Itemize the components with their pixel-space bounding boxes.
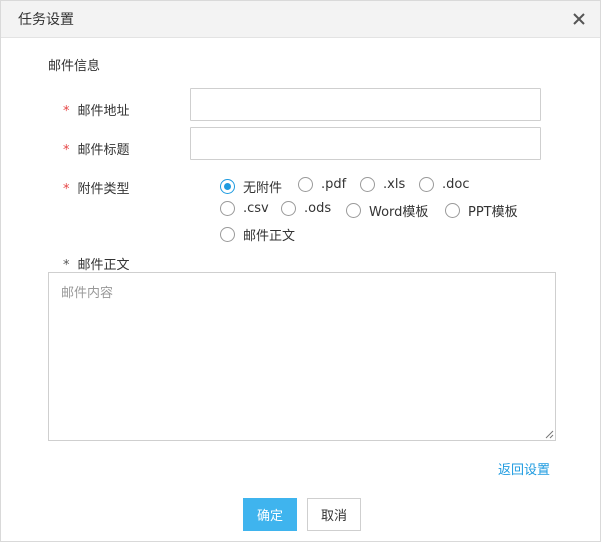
radio-circle xyxy=(445,203,460,218)
radio-word-template[interactable]: Word模板 xyxy=(346,201,428,220)
email-body-label: * 邮件正文 xyxy=(63,254,130,273)
radio-label: .pdf xyxy=(321,177,347,192)
radio-label: .csv xyxy=(243,201,269,216)
required-mark: * xyxy=(63,258,70,273)
radio-circle xyxy=(220,179,235,194)
task-settings-dialog: 任务设置 邮件信息 * 邮件地址 * 邮件标题 * 附件类型 无附件 .pdf .xl… xyxy=(0,0,601,542)
email-subject-input[interactable] xyxy=(190,127,541,160)
email-body-textarea[interactable]: 邮件内容 xyxy=(48,272,556,441)
email-body-placeholder: 邮件内容 xyxy=(61,286,114,301)
close-icon[interactable] xyxy=(572,12,586,26)
confirm-button[interactable]: 确定 xyxy=(243,498,297,531)
dialog-titlebar: 任务设置 xyxy=(1,1,600,38)
required-mark: * xyxy=(63,104,70,119)
cancel-button[interactable]: 取消 xyxy=(307,498,361,531)
radio-label: .ods xyxy=(304,201,332,216)
radio-circle xyxy=(419,177,434,192)
required-mark: * xyxy=(63,182,70,197)
radio-circle xyxy=(220,227,235,242)
radio-doc[interactable]: .doc xyxy=(419,177,470,192)
section-title: 邮件信息 xyxy=(48,59,101,74)
resize-grip-icon[interactable] xyxy=(545,430,554,439)
required-mark: * xyxy=(63,143,70,158)
radio-circle xyxy=(220,201,235,216)
radio-xls[interactable]: .xls xyxy=(360,177,405,192)
radio-circle xyxy=(360,177,375,192)
radio-pdf[interactable]: .pdf xyxy=(298,177,346,192)
radio-label: Word模板 xyxy=(369,205,429,220)
email-subject-label-text: 邮件标题 xyxy=(77,143,130,158)
radio-ppt-template[interactable]: PPT模板 xyxy=(445,201,518,220)
email-address-label: * 邮件地址 xyxy=(63,100,130,119)
radio-csv[interactable]: .csv xyxy=(220,201,269,216)
radio-label: PPT模板 xyxy=(468,205,518,220)
radio-circle xyxy=(346,203,361,218)
attachment-type-label: * 附件类型 xyxy=(63,178,130,197)
radio-no-attachment[interactable]: 无附件 xyxy=(220,177,282,196)
radio-email-body[interactable]: 邮件正文 xyxy=(220,225,295,244)
email-subject-label: * 邮件标题 xyxy=(63,139,130,158)
radio-circle xyxy=(281,201,296,216)
radio-label: .xls xyxy=(383,177,406,192)
dialog-title: 任务设置 xyxy=(18,12,74,28)
radio-label: 无附件 xyxy=(243,181,283,196)
radio-label: 邮件正文 xyxy=(243,229,296,244)
back-to-settings-link[interactable]: 返回设置 xyxy=(498,459,550,478)
email-address-label-text: 邮件地址 xyxy=(77,104,130,119)
email-body-label-text: 邮件正文 xyxy=(77,258,130,273)
email-address-input[interactable] xyxy=(190,88,541,121)
radio-label: .doc xyxy=(442,177,470,192)
radio-circle xyxy=(298,177,313,192)
attachment-type-label-text: 附件类型 xyxy=(77,182,130,197)
radio-ods[interactable]: .ods xyxy=(281,201,331,216)
